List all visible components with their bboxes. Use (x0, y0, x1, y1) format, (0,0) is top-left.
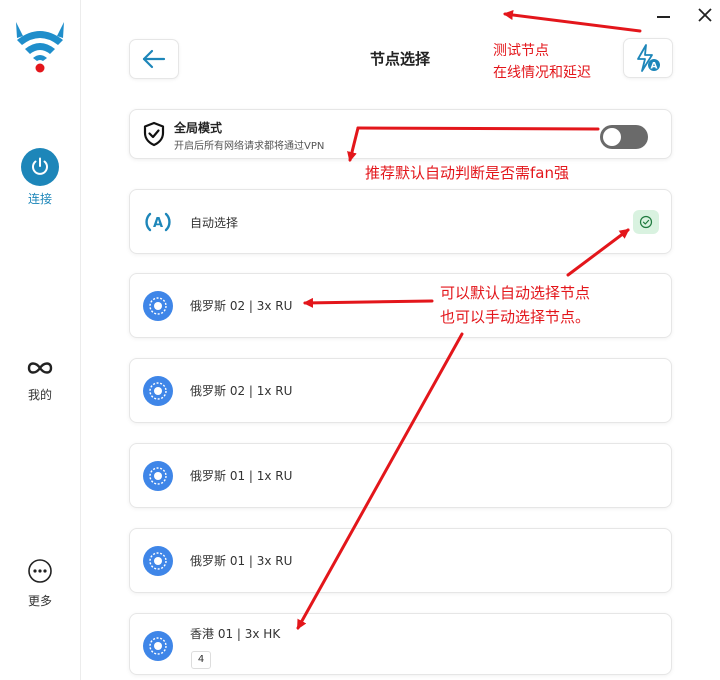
node-badge-icon (143, 376, 173, 406)
wifi-logo-icon (16, 22, 64, 73)
close-icon (698, 8, 712, 22)
page-title: 节点选择 (369, 50, 430, 68)
back-button[interactable] (129, 39, 179, 79)
global-mode-subtitle: 开启后所有网络请求都将通过VPN (174, 141, 325, 152)
node-label: 俄罗斯 02 | 1x RU (190, 384, 293, 398)
sidebar-item-label: 连接 (27, 192, 52, 206)
node-badge-icon (143, 461, 173, 491)
svg-text:A: A (153, 216, 163, 231)
more-icon (28, 559, 52, 583)
sidebar-item-more[interactable]: 更多 (0, 558, 80, 609)
node-badge-icon (143, 631, 173, 661)
annotation-select-line1: 可以默认自动选择节点 (440, 284, 591, 302)
arrow-to-test-button (503, 10, 642, 33)
node-count-badge: 4 (191, 651, 211, 669)
check-circle-icon (639, 215, 653, 229)
shield-check-icon (143, 121, 165, 147)
node-label: 香港 01 | 3x HK (190, 627, 281, 641)
arrow-left-icon (142, 49, 166, 69)
auto-select-card[interactable]: A 自动选择 (129, 189, 672, 254)
annotation-select-line2: 也可以手动选择节点。 (440, 308, 591, 326)
global-mode-card: 全局模式 开启后所有网络请求都将通过VPN (129, 109, 672, 159)
sidebar-item-connect[interactable]: 连接 (0, 148, 80, 207)
node-badge-icon (143, 291, 173, 321)
node-card[interactable]: 俄罗斯 01 | 1x RU (129, 443, 672, 508)
close-button[interactable] (694, 4, 716, 26)
auto-select-label: 自动选择 (190, 216, 239, 230)
lightning-auto-icon: A (637, 44, 660, 72)
node-card[interactable]: 俄罗斯 01 | 3x RU (129, 528, 672, 593)
node-label: 俄罗斯 01 | 3x RU (190, 554, 293, 568)
latency-test-button[interactable]: A (623, 38, 673, 78)
node-card[interactable]: 俄罗斯 02 | 3x RU (129, 273, 672, 338)
minimize-button[interactable] (654, 7, 674, 25)
infinity-icon (27, 362, 53, 374)
sidebar-item-mine[interactable]: 我的 (0, 358, 80, 403)
node-badge-icon (143, 546, 173, 576)
sidebar-item-label: 我的 (27, 388, 52, 402)
node-label: 俄罗斯 01 | 1x RU (190, 469, 293, 483)
selected-badge (633, 210, 659, 234)
global-mode-title: 全局模式 (174, 121, 223, 135)
annotation-test-line1: 测试节点 (493, 43, 549, 59)
global-mode-toggle[interactable] (600, 125, 648, 149)
toggle-knob (603, 128, 621, 146)
sidebar-item-label: 更多 (27, 594, 52, 608)
node-label: 俄罗斯 02 | 3x RU (190, 299, 293, 313)
sidebar: 连接 我的 更多 (0, 0, 81, 680)
annotation-test-line2: 在线情况和延迟 (493, 65, 591, 81)
power-icon (21, 148, 59, 186)
auto-select-icon: A (145, 212, 171, 232)
annotation-global: 推荐默认自动判断是否需fan强 (365, 164, 569, 182)
node-card[interactable]: 香港 01 | 3x HK 4 (129, 613, 672, 675)
node-card[interactable]: 俄罗斯 02 | 1x RU (129, 358, 672, 423)
svg-text:A: A (651, 62, 658, 72)
